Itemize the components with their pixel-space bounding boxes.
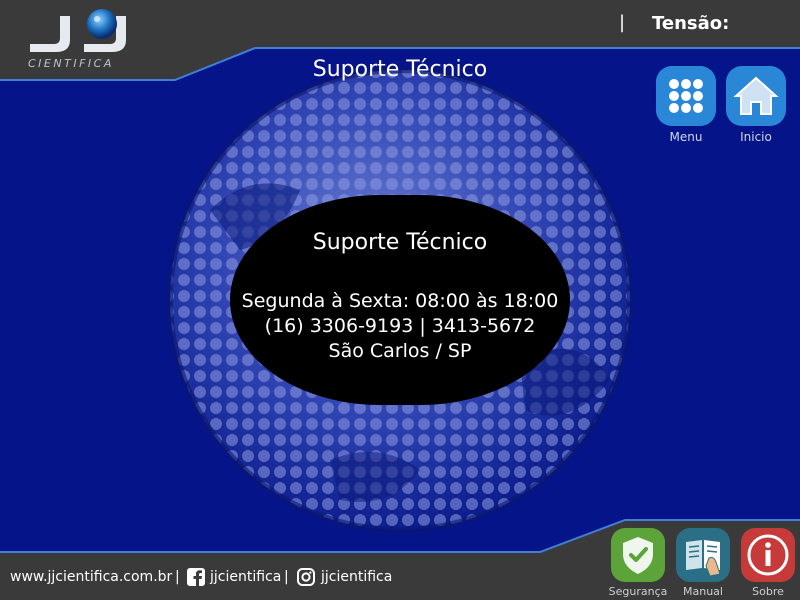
header-separator: | [619,12,626,33]
book-hand-icon [676,528,730,582]
home-button[interactable] [726,66,786,126]
instagram-handle[interactable]: jjcientifica [321,569,392,585]
disco-sphere [167,67,633,533]
info-icon [741,528,795,582]
tension-label: Tensão: [652,13,730,34]
footer-separator-2: | [284,569,289,585]
website-link[interactable]: www.jjcientifica.com.br [10,569,172,585]
footer-separator: | [175,569,180,585]
business-hours: Segunda à Sexta: 08:00 às 18:00 [241,290,559,312]
facebook-icon[interactable] [187,568,205,586]
grid-dots-icon [656,66,716,126]
location: São Carlos / SP [328,340,472,362]
phone-numbers: (16) 3306-9193 | 3413-5672 [264,315,536,337]
manual-label: Manual [683,585,723,598]
shield-check-icon [611,528,665,582]
about-button[interactable] [741,528,795,582]
main-panel: Suporte Técnico Suporte Técnico Segunda … [0,0,800,600]
instagram-icon[interactable] [297,568,315,586]
manual-button[interactable] [676,528,730,582]
menu-label: Menu [669,130,703,144]
info-title: Suporte Técnico [312,230,488,255]
house-icon [726,66,786,126]
home-label: Inicio [740,130,772,144]
support-info-box: Suporte Técnico Segunda à Sexta: 08:00 à… [230,195,570,405]
safety-button[interactable] [611,528,665,582]
menu-button[interactable] [656,66,716,126]
safety-label: Segurança [608,585,668,598]
logo-text: CIENTIFICA [28,57,114,70]
about-label: Sobre [752,585,784,598]
facebook-handle[interactable]: jjcientifica [210,569,281,585]
